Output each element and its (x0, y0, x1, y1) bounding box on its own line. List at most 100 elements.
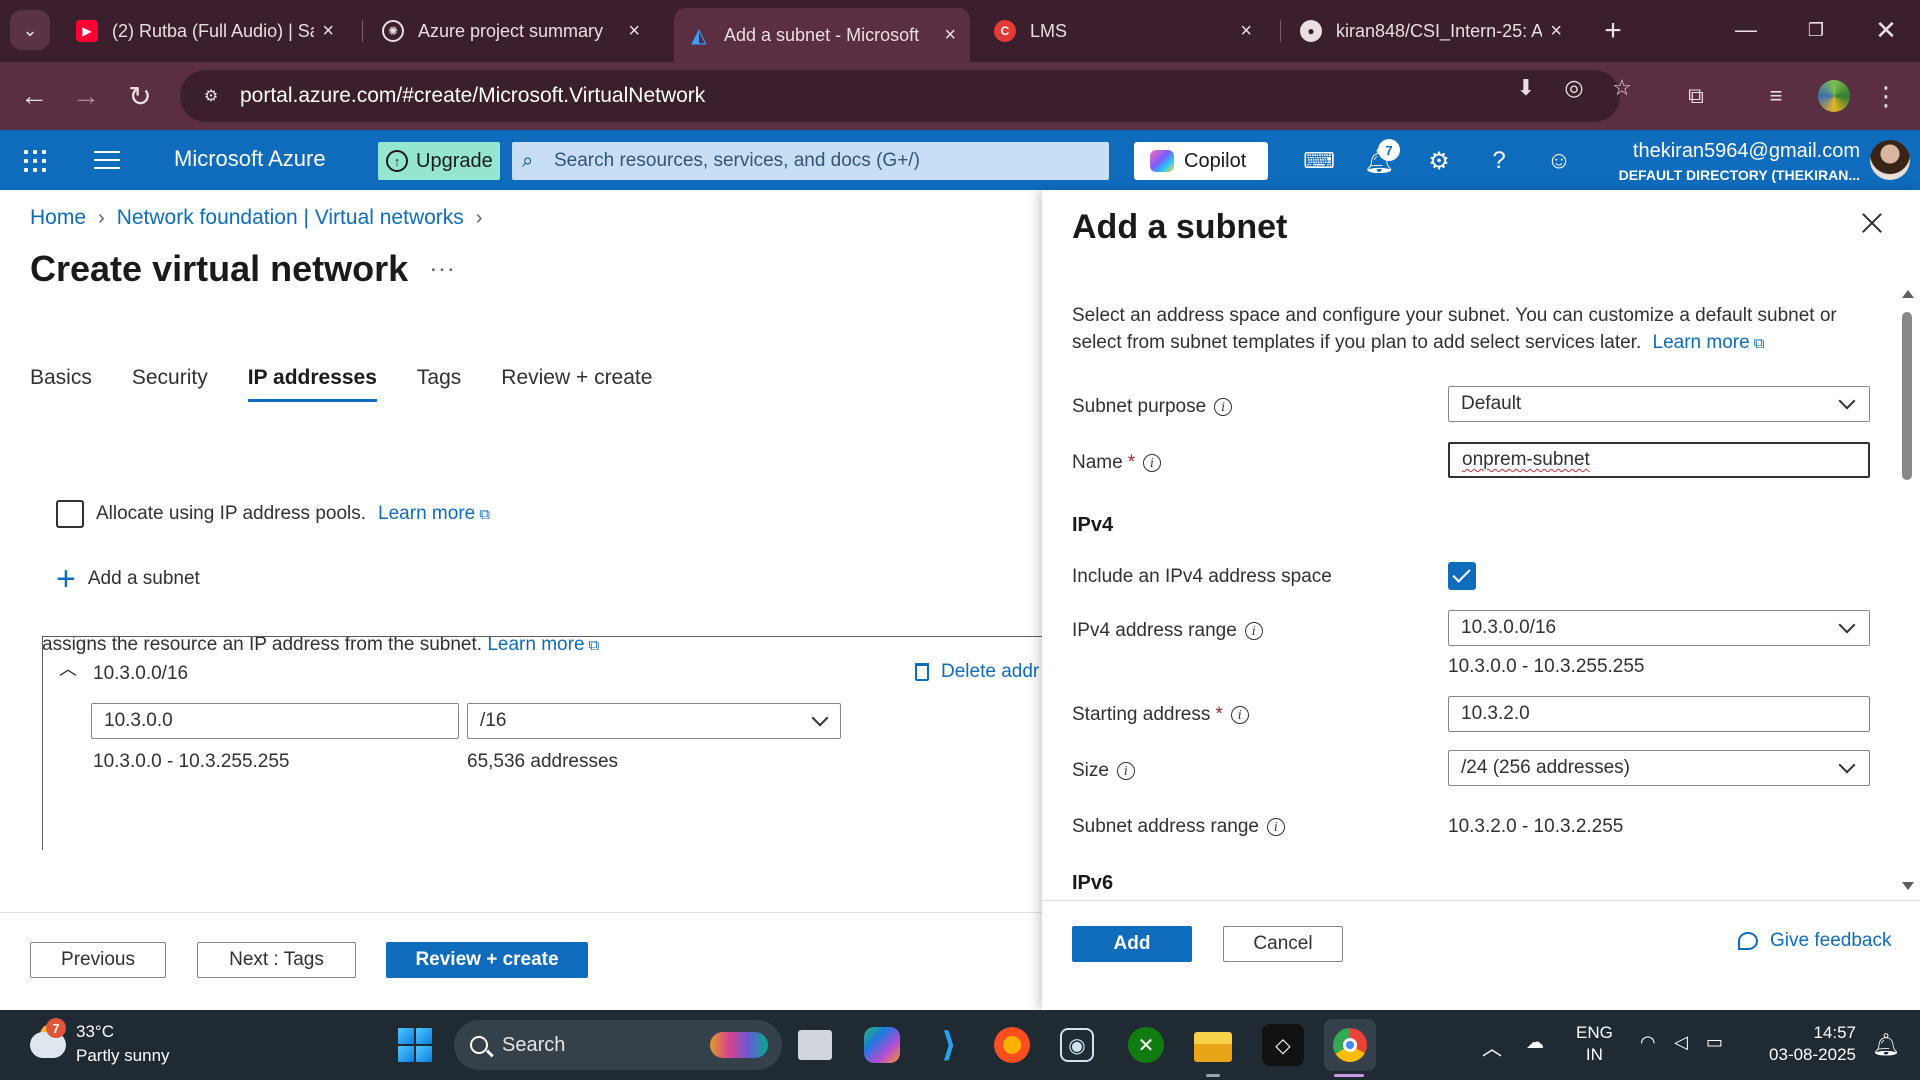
info-icon[interactable]: i (1266, 818, 1285, 836)
portal-menu-icon[interactable] (94, 148, 120, 172)
bookmark-star-icon[interactable]: ☆ (1606, 72, 1638, 104)
weather-description[interactable]: Partly sunny (76, 1046, 170, 1066)
volume-icon[interactable]: ◁ (1674, 1032, 1688, 1053)
show-hidden-icons-chevron[interactable]: ︿ (1482, 1032, 1502, 1061)
windows-start-icon[interactable] (398, 1028, 432, 1062)
account-avatar[interactable] (1870, 140, 1910, 180)
copilot-button[interactable]: Copilot (1134, 142, 1268, 180)
learn-more-link[interactable]: Learn more (1653, 332, 1750, 353)
upgrade-label: Upgrade (416, 149, 493, 172)
chevron-up-icon[interactable]: ︿ (59, 655, 77, 681)
info-icon[interactable]: i (1143, 454, 1162, 472)
subnet-name-input[interactable]: onprem-subnet (1448, 442, 1870, 478)
vscode-icon[interactable]: ⟩ (928, 1024, 970, 1066)
include-ipv4-checkbox[interactable] (1448, 562, 1476, 590)
subnet-purpose-select[interactable]: Default (1448, 386, 1870, 422)
reload-icon[interactable]: ↻ (120, 76, 160, 116)
browser-tab-azure-active[interactable]: ◭ Add a subnet - Microsoft × (674, 8, 970, 62)
browser-tab-chatgpt[interactable]: ✺ Azure project summary × (368, 8, 654, 54)
address-start-input[interactable]: 10.3.0.0 (91, 703, 459, 739)
review-create-button[interactable]: Review + create (386, 942, 588, 978)
site-info-icon[interactable]: ⚙ (196, 81, 226, 111)
panel-scrollbar-thumb[interactable] (1902, 312, 1912, 480)
info-icon[interactable]: i (1230, 706, 1249, 724)
settings-gear-icon[interactable]: ⚙ (1422, 144, 1456, 178)
back-icon[interactable]: ← (14, 76, 54, 116)
info-icon[interactable]: i (1214, 398, 1233, 416)
notification-center-icon[interactable]: 🔔︎ (1872, 1032, 1900, 1058)
snipping-tool-icon[interactable]: ◉ (1060, 1028, 1094, 1062)
xbox-icon[interactable]: ✕ (1128, 1027, 1164, 1063)
feedback-icon[interactable]: ☺ (1542, 144, 1576, 178)
media-control-icon[interactable]: ≡ (1756, 76, 1796, 116)
info-icon[interactable]: i (1116, 762, 1135, 780)
address-bar[interactable]: ⚙ portal.azure.com/#create/Microsoft.Vir… (180, 70, 1620, 122)
close-tab-icon[interactable]: × (944, 24, 956, 47)
clock[interactable]: 14:57 03-08-2025 (1760, 1022, 1856, 1066)
upgrade-button[interactable]: ↑ Upgrade (378, 142, 500, 180)
add-button[interactable]: Add (1072, 926, 1192, 962)
copilot-app-icon[interactable] (864, 1027, 900, 1063)
starting-address-input[interactable]: 10.3.2.0 (1448, 696, 1870, 732)
azure-brand[interactable]: Microsoft Azure (174, 146, 326, 172)
ipv4-range-label-text: IPv4 address range (1072, 620, 1237, 641)
cloud-shell-icon[interactable]: ⌨ (1302, 144, 1336, 178)
chrome-icon[interactable] (1324, 1019, 1376, 1071)
wifi-icon[interactable]: ◠ (1640, 1032, 1656, 1053)
global-search[interactable]: ⌕ (512, 142, 1109, 180)
browser-tab-youtube[interactable]: ▶ (2) Rutba (Full Audio) | Sa × (62, 8, 348, 54)
cancel-button[interactable]: Cancel (1223, 926, 1343, 962)
browser-menu-icon[interactable]: ⋮ (1866, 76, 1906, 116)
restore-icon[interactable]: ❐ (1796, 12, 1836, 48)
language-indicator[interactable]: ENG IN (1576, 1022, 1613, 1066)
ipv6-heading: IPv6 (1072, 872, 1114, 894)
previous-button[interactable]: Previous (30, 942, 166, 978)
account-menu[interactable]: thekiran5964@gmail.com DEFAULT DIRECTORY… (1600, 140, 1860, 183)
address-count-text: 65,536 addresses (467, 751, 619, 772)
onedrive-warning-icon[interactable]: ☁ (1526, 1032, 1544, 1053)
battery-icon[interactable]: ▭ (1706, 1032, 1723, 1053)
new-tab-button[interactable]: + (1596, 14, 1630, 48)
close-window-icon[interactable]: ✕ (1866, 12, 1906, 48)
minimize-icon[interactable]: — (1726, 12, 1766, 48)
weather-temperature[interactable]: 33°C (76, 1022, 114, 1042)
scroll-up-arrow-icon[interactable] (1902, 290, 1914, 298)
eye-off-icon[interactable]: ◎ (1558, 72, 1590, 104)
give-feedback-link[interactable]: Give feedback (1738, 930, 1891, 952)
taskbar-search[interactable]: Search (454, 1020, 782, 1070)
scroll-down-arrow-icon[interactable] (1902, 882, 1914, 890)
close-icon[interactable] (1858, 210, 1886, 238)
help-icon[interactable]: ? (1482, 144, 1516, 178)
global-search-input[interactable] (554, 150, 1074, 172)
address-prefix-select[interactable]: /16 (467, 703, 841, 739)
close-tab-icon[interactable]: × (628, 20, 640, 43)
panel-description: Select an address space and configure yo… (1072, 302, 1872, 357)
tab-search-button[interactable]: ⌄ (10, 10, 50, 50)
firefox-icon[interactable] (994, 1027, 1030, 1063)
browser-tab-github[interactable]: ● kiran848/CSI_Intern-25: A × (1286, 8, 1576, 54)
info-icon[interactable]: i (1244, 622, 1263, 640)
account-email: thekiran5964@gmail.com (1632, 140, 1860, 162)
next-tags-button[interactable]: Next : Tags (197, 942, 356, 978)
browser-tab-bar: ⌄ ▶ (2) Rutba (Full Audio) | Sa × ✺ Azur… (0, 0, 1920, 62)
browser-tab-lms[interactable]: C LMS × (980, 8, 1266, 54)
install-app-icon[interactable]: ⬇ (1510, 72, 1542, 104)
file-explorer-icon[interactable] (1194, 1032, 1232, 1062)
forward-icon[interactable]: → (66, 76, 106, 116)
copilot-label: Copilot (1184, 149, 1247, 172)
close-tab-icon[interactable]: × (1240, 20, 1252, 43)
app-launcher-icon[interactable] (20, 146, 48, 174)
app-diamond-icon[interactable]: ◇ (1262, 1024, 1304, 1066)
browser-profile-avatar[interactable] (1818, 80, 1850, 112)
starting-address-label: Starting address * i (1072, 704, 1249, 726)
subnet-size-select[interactable]: /24 (256 addresses) (1448, 750, 1870, 786)
ipv4-range-span: 10.3.0.0 - 10.3.255.255 (1448, 656, 1645, 677)
delete-address-space-button[interactable]: Delete addr (915, 661, 1039, 683)
close-tab-icon[interactable]: × (322, 20, 334, 43)
footer-divider (0, 912, 1042, 913)
size-label-text: Size (1072, 760, 1109, 781)
task-view-icon[interactable] (798, 1030, 832, 1060)
ipv4-range-select[interactable]: 10.3.0.0/16 (1448, 610, 1870, 646)
extensions-icon[interactable]: ⧉ (1676, 76, 1716, 116)
close-tab-icon[interactable]: × (1550, 20, 1562, 43)
